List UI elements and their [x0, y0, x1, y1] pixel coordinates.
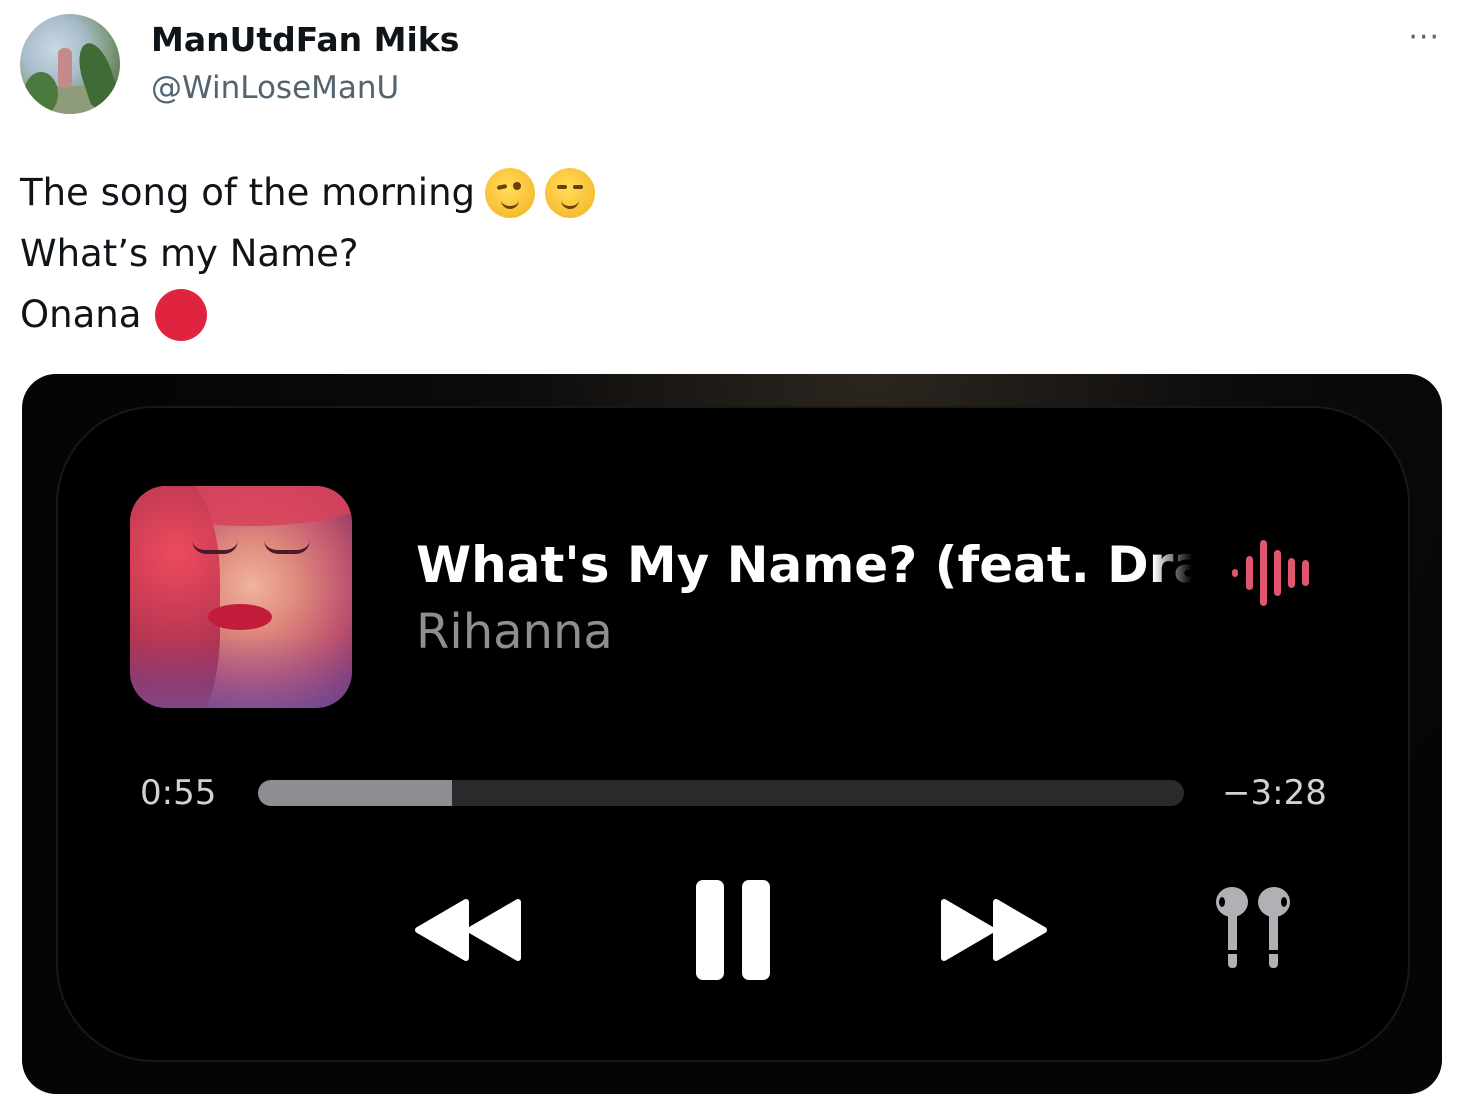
tweet-line-text: What’s my Name? [20, 232, 359, 275]
author-handle[interactable]: @WinLoseManU [151, 70, 399, 106]
tweet-line: Onana [20, 284, 595, 345]
remaining-time: −3:28 [1222, 773, 1327, 813]
album-art[interactable] [130, 486, 352, 708]
song-title: What's My Name? (feat. Drake) [416, 536, 1192, 594]
playback-controls [58, 878, 1408, 988]
winking-face-emoji [485, 167, 536, 218]
fast-forward-icon[interactable] [938, 898, 1048, 962]
airpods-icon[interactable] [1208, 884, 1298, 974]
tweet-line-text: The song of the morning [20, 171, 476, 214]
red-circle-emoji [155, 288, 208, 341]
relieved-face-emoji [545, 167, 596, 218]
audio-waveform-icon [1226, 538, 1326, 608]
tweet-text: The song of the morning What’s my Name? … [20, 162, 596, 345]
author-name[interactable]: ManUtdFan Miks [151, 20, 459, 59]
artist-name: Rihanna [416, 604, 613, 660]
rewind-icon[interactable] [414, 898, 524, 962]
progress-fill [258, 780, 453, 806]
elapsed-time: 0:55 [140, 773, 217, 813]
avatar[interactable] [20, 14, 120, 114]
progress-bar[interactable] [258, 780, 1184, 806]
more-options-icon[interactable]: ··· [1408, 20, 1440, 55]
now-playing-widget: What's My Name? (feat. Drake) Rihanna 0:… [58, 408, 1408, 1060]
tweet-media-image[interactable]: What's My Name? (feat. Drake) Rihanna 0:… [22, 374, 1442, 1094]
tweet-line: The song of the morning [20, 162, 596, 223]
tweet-line: What’s my Name? [20, 223, 595, 284]
tweet-header: ManUtdFan Miks @WinLoseManU ··· [20, 14, 1440, 118]
tweet-line-text: Onana [20, 293, 142, 336]
pause-icon[interactable] [694, 878, 774, 982]
